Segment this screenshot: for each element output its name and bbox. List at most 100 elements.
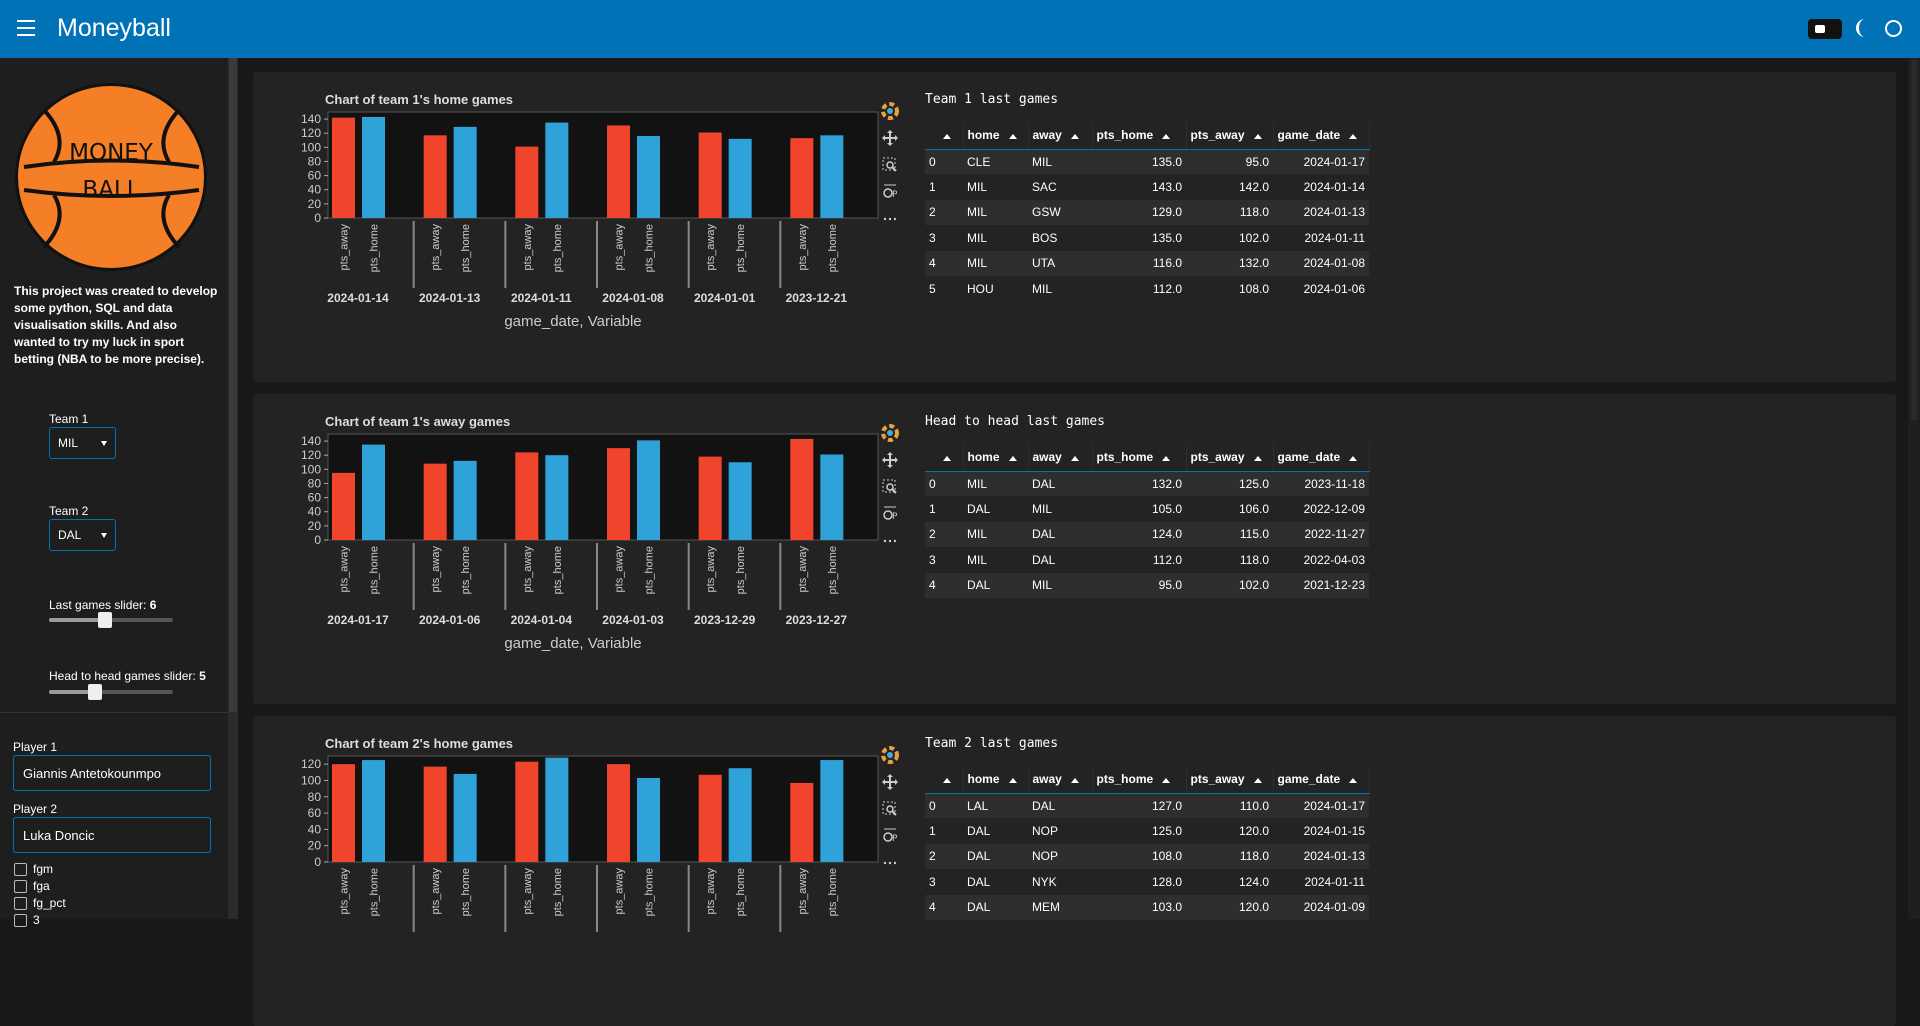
table-row[interactable]: 2 DAL NOP 108.0 118.0 2024-01-13 — [925, 843, 1369, 870]
sort-icon[interactable] — [1008, 777, 1017, 783]
bar-pts_away[interactable] — [332, 472, 355, 540]
bar-pts_away[interactable] — [332, 764, 355, 862]
sort-icon[interactable] — [1008, 133, 1017, 139]
table-row[interactable]: 0 MIL DAL 132.0 125.0 2023-11-18 — [925, 471, 1369, 497]
column-header[interactable]: game_date — [1273, 766, 1370, 794]
column-header[interactable]: pts_away — [1186, 766, 1274, 794]
bar-pts_home[interactable] — [728, 768, 752, 862]
table-row[interactable]: 0 LAL DAL 127.0 110.0 2024-01-17 — [925, 793, 1369, 819]
table-row[interactable]: 2 MIL GSW 129.0 118.0 2024-01-13 — [925, 199, 1369, 226]
bar-pts_home[interactable] — [545, 122, 569, 218]
sort-icon[interactable] — [1253, 455, 1262, 461]
checkbox[interactable] — [14, 862, 27, 876]
bar-pts_away[interactable] — [515, 146, 539, 218]
column-header[interactable]: game_date — [1273, 444, 1370, 472]
column-header[interactable] — [925, 122, 964, 150]
column-header[interactable]: pts_home — [1092, 766, 1187, 794]
bar-pts_home[interactable] — [820, 135, 844, 218]
column-header[interactable]: pts_home — [1092, 444, 1187, 472]
bar-pts_away[interactable] — [423, 463, 447, 540]
stat-checkbox-fg-pct[interactable]: fg_pct — [14, 896, 66, 910]
column-header[interactable]: game_date — [1273, 122, 1370, 150]
menu-icon[interactable] — [17, 20, 37, 36]
sort-icon[interactable] — [1162, 777, 1171, 783]
table-row[interactable]: 1 DAL NOP 125.0 120.0 2024-01-15 — [925, 818, 1369, 843]
bar-pts_away[interactable] — [423, 135, 447, 218]
box-zoom-icon[interactable] — [881, 156, 899, 174]
column-header[interactable]: home — [963, 444, 1029, 472]
bar-pts_away[interactable] — [790, 438, 814, 540]
more-icon[interactable] — [881, 210, 899, 228]
sort-icon[interactable] — [1253, 777, 1262, 783]
stat-checkbox-fgm[interactable]: fgm — [14, 862, 53, 876]
player1-input[interactable]: Giannis Antetokounmpo — [13, 755, 211, 791]
bar-pts_away[interactable] — [698, 774, 722, 862]
checkbox[interactable] — [14, 879, 27, 893]
bar-pts_home[interactable] — [453, 126, 477, 218]
column-header[interactable]: away — [1028, 122, 1093, 150]
bar-pts_away[interactable] — [423, 766, 447, 862]
pan-icon[interactable] — [881, 773, 899, 791]
table-row[interactable]: 2 MIL DAL 124.0 115.0 2022-11-27 — [925, 521, 1369, 548]
bar-pts_home[interactable] — [820, 760, 844, 862]
bar-pts_away[interactable] — [515, 761, 539, 862]
sort-icon[interactable] — [1162, 133, 1171, 139]
bar-pts_home[interactable] — [362, 444, 385, 540]
last-games-slider[interactable] — [49, 612, 173, 628]
table-row[interactable]: 4 DAL MEM 103.0 120.0 2024-01-09 — [925, 894, 1369, 920]
bar-pts_home[interactable] — [728, 462, 752, 540]
wheel-zoom-icon[interactable]: P — [881, 183, 899, 201]
slider-thumb[interactable] — [97, 612, 112, 628]
more-icon[interactable] — [881, 532, 899, 550]
sort-icon[interactable] — [1349, 455, 1358, 461]
column-header[interactable]: pts_away — [1186, 122, 1274, 150]
bar-pts_away[interactable] — [790, 782, 814, 862]
sort-icon[interactable] — [1070, 133, 1079, 139]
sort-icon[interactable] — [1070, 777, 1079, 783]
table-row[interactable]: 4 MIL UTA 116.0 132.0 2024-01-08 — [925, 250, 1369, 276]
bokeh-logo-icon[interactable] — [881, 102, 899, 120]
bar-chart[interactable]: Chart of team 2's home games 0 20 40 60 80 100… — [273, 728, 903, 1008]
table-row[interactable]: 1 DAL MIL 105.0 106.0 2022-12-09 — [925, 496, 1369, 521]
bar-pts_away[interactable] — [607, 125, 630, 218]
moon-icon[interactable] — [1856, 18, 1874, 38]
bar-pts_home[interactable] — [453, 773, 477, 862]
sort-icon[interactable] — [1349, 133, 1358, 139]
bar-pts_away[interactable] — [607, 448, 630, 540]
bar-pts_away[interactable] — [790, 138, 814, 218]
table-row[interactable]: 3 DAL NYK 128.0 124.0 2024-01-11 — [925, 869, 1369, 894]
table-row[interactable]: 3 MIL DAL 112.0 118.0 2022-04-03 — [925, 547, 1369, 572]
bar-pts_away[interactable] — [698, 132, 722, 218]
bar-pts_home[interactable] — [637, 136, 660, 218]
bar-pts_away[interactable] — [607, 764, 630, 862]
bar-pts_away[interactable] — [515, 452, 539, 540]
team2-select[interactable]: DAL — [49, 519, 116, 551]
bar-pts_home[interactable] — [637, 440, 660, 540]
sort-icon[interactable] — [1008, 455, 1017, 461]
team1-select[interactable]: MIL — [49, 427, 116, 459]
sort-icon[interactable] — [943, 777, 951, 783]
bar-pts_home[interactable] — [545, 757, 569, 862]
pan-icon[interactable] — [881, 451, 899, 469]
main-scrollbar[interactable] — [1908, 58, 1920, 919]
sort-icon[interactable] — [1349, 777, 1358, 783]
bar-pts_home[interactable] — [362, 760, 385, 862]
bar-chart[interactable]: Chart of team 1's home games 020406080100… — [273, 84, 903, 364]
pan-icon[interactable] — [881, 129, 899, 147]
sort-icon[interactable] — [1253, 133, 1262, 139]
bar-pts_home[interactable] — [362, 116, 385, 218]
sort-icon[interactable] — [943, 133, 951, 139]
checkbox[interactable] — [14, 913, 27, 927]
stat-checkbox-3[interactable]: 3 — [14, 913, 40, 927]
table-row[interactable]: 3 MIL BOS 135.0 102.0 2024-01-11 — [925, 225, 1369, 250]
table-row[interactable]: 0 CLE MIL 135.0 95.0 2024-01-17 — [925, 149, 1369, 175]
bar-pts_home[interactable] — [545, 455, 569, 540]
bokeh-logo-icon[interactable] — [881, 424, 899, 442]
column-header[interactable]: away — [1028, 766, 1093, 794]
wheel-zoom-icon[interactable]: P — [881, 827, 899, 845]
bar-pts_away[interactable] — [332, 117, 355, 218]
bar-pts_home[interactable] — [637, 778, 660, 862]
circle-icon[interactable] — [1885, 20, 1902, 37]
bar-pts_home[interactable] — [453, 460, 477, 540]
table-row[interactable]: 1 MIL SAC 143.0 142.0 2024-01-14 — [925, 174, 1369, 199]
